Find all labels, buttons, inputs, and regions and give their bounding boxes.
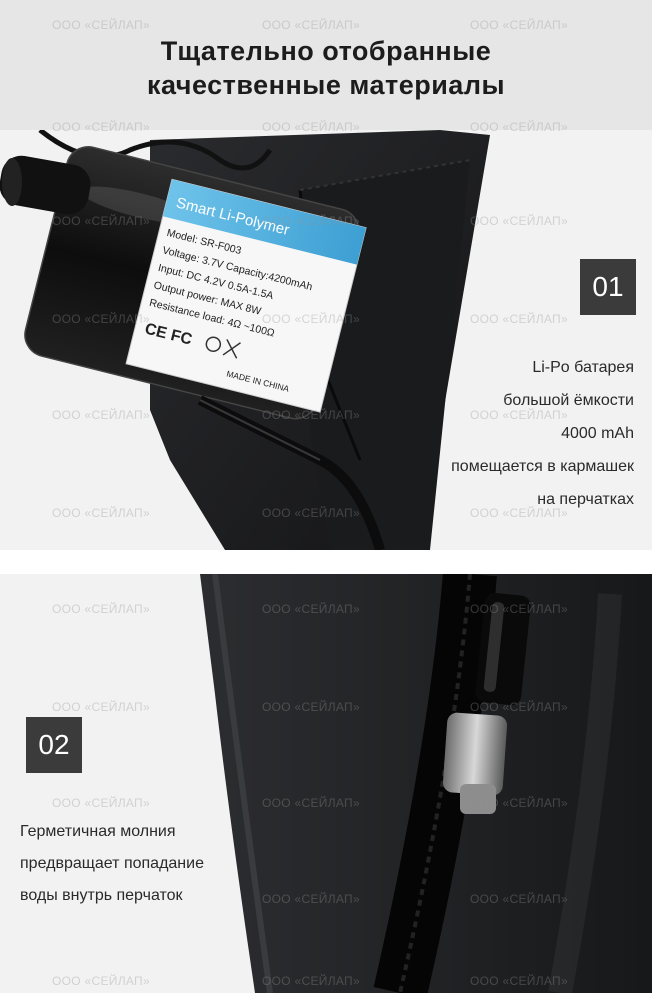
feature-1-line: помещается в кармашек [451, 458, 634, 475]
page-title: Тщательно отобранные качественные матери… [0, 34, 652, 102]
feature-2-line: воды внутрь перчаток [20, 887, 183, 904]
feature-1-line: на перчатках [537, 491, 634, 508]
feature-1-number-badge: 01 [580, 259, 636, 315]
feature-1-line: большой ёмкости [503, 392, 634, 409]
page-title-line-2: качественные материалы [146, 70, 506, 100]
section-gap [0, 550, 652, 574]
feature-2-line: Герметичная молния [20, 823, 176, 840]
page-title-line-1: Тщательно отобранные [160, 36, 492, 66]
feature-1-line: Li-Po батарея [532, 359, 634, 376]
feature-2-description: Герметичная молния предвращает попадание… [20, 816, 280, 912]
header-band: Тщательно отобранные качественные матери… [0, 0, 652, 130]
feature-2-line: предвращает попадание [20, 855, 204, 872]
zipper-photo [200, 574, 652, 993]
feature-1-line: 4000 mAh [561, 425, 634, 442]
feature-2-number-badge: 02 [26, 717, 82, 773]
feature-2-panel [0, 574, 652, 993]
feature-1-description: Li-Po батарея большой ёмкости 4000 mAh п… [374, 351, 634, 516]
